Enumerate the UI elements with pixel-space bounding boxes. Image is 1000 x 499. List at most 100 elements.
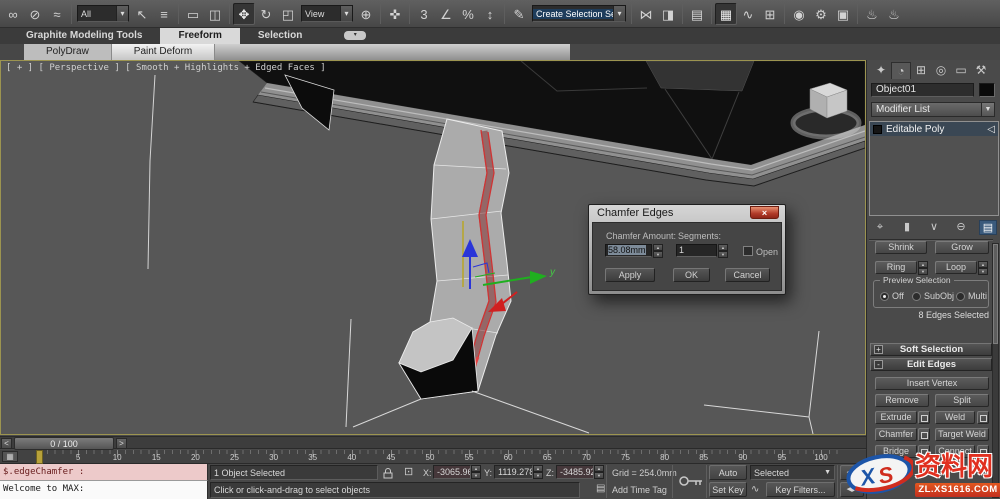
ribbon-panel-polydraw[interactable]: PolyDraw	[24, 44, 112, 60]
segments-spinner[interactable]: ▲ ▼	[718, 244, 728, 258]
object-name-field[interactable]: Object01	[871, 83, 974, 97]
add-time-tag[interactable]: Add Time Tag	[612, 485, 667, 495]
close-icon[interactable]: ×	[750, 206, 779, 219]
expand-icon[interactable]: +	[874, 345, 883, 354]
align-icon[interactable]: ◨	[657, 3, 679, 25]
select-object-icon[interactable]: ↖	[131, 3, 153, 25]
select-and-rotate-icon[interactable]: ↻	[255, 3, 277, 25]
render-setup-icon[interactable]: ⚙	[810, 3, 832, 25]
named-selection-dropdown[interactable]: Create Selection Se ▾	[532, 5, 626, 22]
motion-tab-icon[interactable]: ◎	[931, 62, 951, 79]
preview-multi-radio[interactable]: Multi	[956, 291, 987, 301]
selection-filter-dropdown[interactable]: All ▾	[77, 5, 129, 22]
next-frame-button[interactable]: >	[116, 438, 127, 449]
material-editor-icon[interactable]: ◉	[788, 3, 810, 25]
utilities-tab-icon[interactable]: ⚒	[971, 62, 991, 79]
set-key-button[interactable]: Set Key	[709, 482, 747, 497]
cancel-button[interactable]: Cancel	[725, 268, 770, 282]
collapse-icon[interactable]: -	[874, 360, 883, 369]
target-weld-button[interactable]: Target Weld	[935, 428, 989, 441]
spinner-snap-icon[interactable]: ↕	[479, 3, 501, 25]
window-crossing-icon[interactable]: ◫	[204, 3, 226, 25]
bind-to-space-warp-icon[interactable]: ≈	[46, 3, 68, 25]
z-coord-field[interactable]: -3485.923	[556, 465, 594, 479]
select-and-move-icon[interactable]: ✥	[233, 2, 255, 25]
y-coord-field[interactable]: 1119.278m	[494, 465, 533, 479]
extrude-settings-icon[interactable]	[918, 411, 930, 424]
preview-subobj-radio[interactable]: SubObj	[912, 291, 954, 301]
open-checkbox[interactable]	[743, 246, 753, 256]
viewport-label[interactable]: [ + ] [ Perspective ] [ Smooth + Highlig…	[6, 63, 326, 73]
soft-selection-rollout[interactable]: + Soft Selection	[870, 343, 992, 356]
show-end-result-icon[interactable]: ▮	[898, 220, 916, 235]
configure-modifier-sets-icon[interactable]: ▤	[979, 220, 997, 235]
reference-coordinate-dropdown[interactable]: View ▾	[301, 5, 353, 22]
ribbon-minimize-icon[interactable]: ▾	[344, 31, 367, 40]
y-spinner[interactable]: ▲ ▼	[533, 465, 543, 479]
remove-modifier-icon[interactable]: ⊖	[952, 220, 970, 235]
ribbon-panel-paint-deform[interactable]: Paint Deform	[111, 44, 216, 60]
ribbon-tab-freeform[interactable]: Freeform	[160, 28, 240, 44]
select-and-scale-icon[interactable]: ◰	[277, 3, 299, 25]
chevron-down-icon[interactable]: ▾	[340, 6, 352, 21]
select-by-name-icon[interactable]: ≡	[153, 3, 175, 25]
ribbon-tab-selection[interactable]: Selection	[240, 28, 320, 44]
use-pivot-center-icon[interactable]: ⊕	[355, 3, 377, 25]
segments-input[interactable]: 1	[676, 244, 717, 257]
chamfer-button[interactable]: Chamfer	[875, 428, 917, 441]
model-body-facet[interactable]	[645, 61, 755, 92]
create-tab-icon[interactable]: ✦	[871, 62, 891, 79]
chamfer-settings-icon[interactable]	[918, 428, 930, 441]
link-icon[interactable]: ∞	[2, 3, 24, 25]
modifier-list-dropdown[interactable]: Modifier List ▼	[871, 102, 995, 117]
split-button[interactable]: Split	[935, 394, 989, 407]
stack-row-editable-poly[interactable]: Editable Poly ◁	[870, 122, 998, 136]
chevron-down-icon[interactable]: ▾	[613, 6, 625, 21]
key-mode-dropdown[interactable]: Selected ▼	[750, 465, 835, 480]
subobject-level-icon[interactable]	[873, 124, 882, 134]
z-spinner[interactable]: ▲ ▼	[594, 465, 604, 479]
chevron-down-icon[interactable]: ▼	[824, 469, 831, 476]
loop-button[interactable]: Loop	[935, 261, 977, 274]
weld-button[interactable]: Weld	[935, 411, 975, 424]
render-iterative-icon[interactable]: ♨	[883, 3, 905, 25]
chevron-down-icon[interactable]: ▾	[116, 6, 128, 21]
maxscript-listener-line[interactable]: Welcome to MAX:	[0, 481, 208, 499]
preview-off-radio[interactable]: Off	[880, 291, 904, 301]
edit-edges-rollout[interactable]: - Edit Edges	[870, 358, 992, 371]
remove-button[interactable]: Remove	[875, 394, 929, 407]
ring-spinner[interactable]: ▲ ▼	[918, 261, 928, 275]
previous-frame-button[interactable]: <	[1, 438, 12, 449]
grow-button[interactable]: Grow	[935, 241, 989, 254]
pin-stack-icon[interactable]: ⌖	[871, 220, 889, 235]
time-slider[interactable]: < 0 / 100 >	[0, 436, 866, 450]
current-frame-marker[interactable]	[36, 450, 43, 464]
selection-region-icon[interactable]: ▭	[182, 3, 204, 25]
modify-tab-icon[interactable]: ◔	[891, 62, 911, 79]
angle-snap-icon[interactable]: ∠	[435, 3, 457, 25]
default-in-out-tangent-icon[interactable]: ∿	[751, 484, 759, 495]
scrollbar-thumb[interactable]	[993, 244, 998, 344]
unlink-icon[interactable]: ⊘	[24, 3, 46, 25]
x-coord-field[interactable]: -3065.96m	[433, 465, 471, 479]
display-tab-icon[interactable]: ▭	[951, 62, 971, 79]
schematic-view-icon[interactable]: ⊞	[759, 3, 781, 25]
modifier-stack[interactable]: Editable Poly ◁	[869, 121, 999, 216]
x-spinner[interactable]: ▲ ▼	[471, 465, 481, 479]
chamfer-amount-spinner[interactable]: ▲ ▼	[653, 244, 663, 258]
curve-editor-icon[interactable]: ∿	[737, 3, 759, 25]
weld-settings-icon[interactable]	[977, 411, 989, 424]
snaps-toggle-icon[interactable]: 3	[413, 3, 435, 25]
select-and-manipulate-icon[interactable]: ✜	[384, 3, 406, 25]
insert-vertex-button[interactable]: Insert Vertex	[875, 377, 989, 390]
key-filters-button[interactable]: Key Filters...	[766, 482, 835, 497]
render-production-icon[interactable]: ♨	[861, 3, 883, 25]
maxscript-macro-line[interactable]: $.edgeChamfer :	[0, 464, 208, 481]
object-color-swatch[interactable]	[979, 83, 995, 97]
chamfer-amount-input[interactable]: 58.08mm	[605, 244, 652, 257]
shrink-button[interactable]: Shrink	[875, 241, 927, 254]
ribbon-toggle-icon[interactable]: ▦	[715, 2, 737, 25]
apply-button[interactable]: Apply	[605, 268, 655, 282]
rendered-frame-icon[interactable]: ▣	[832, 3, 854, 25]
ok-button[interactable]: OK	[673, 268, 710, 282]
